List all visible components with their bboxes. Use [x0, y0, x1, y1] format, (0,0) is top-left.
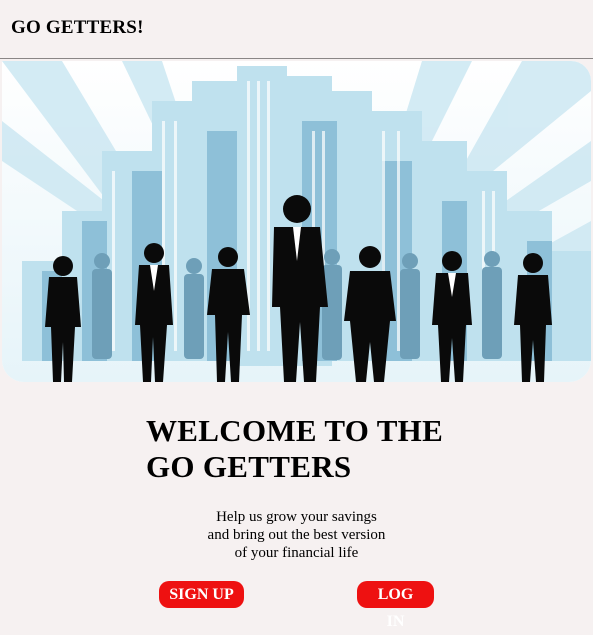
welcome-heading: WELCOME TO THE GO GETTERS — [146, 413, 443, 485]
tagline-line-1: Help us grow your savings — [216, 509, 377, 525]
log-in-button[interactable]: LOG IN — [357, 581, 434, 630]
welcome-line-1: WELCOME TO THE — [146, 413, 444, 448]
brand-title[interactable]: GO GETTERS! — [11, 17, 144, 39]
tagline-line-3: of your financial life — [234, 545, 359, 561]
top-navbar: GO GETTERS! — [0, 0, 593, 59]
hero-image — [2, 61, 591, 382]
tagline-line-2: and bring out the best version — [207, 527, 386, 543]
welcome-line-2: GO GETTERS — [146, 449, 352, 484]
sign-up-button[interactable]: SIGN UP — [159, 581, 244, 608]
tagline: Help us grow your savings and bring out … — [150, 508, 443, 562]
business-team-illustration — [2, 61, 591, 382]
